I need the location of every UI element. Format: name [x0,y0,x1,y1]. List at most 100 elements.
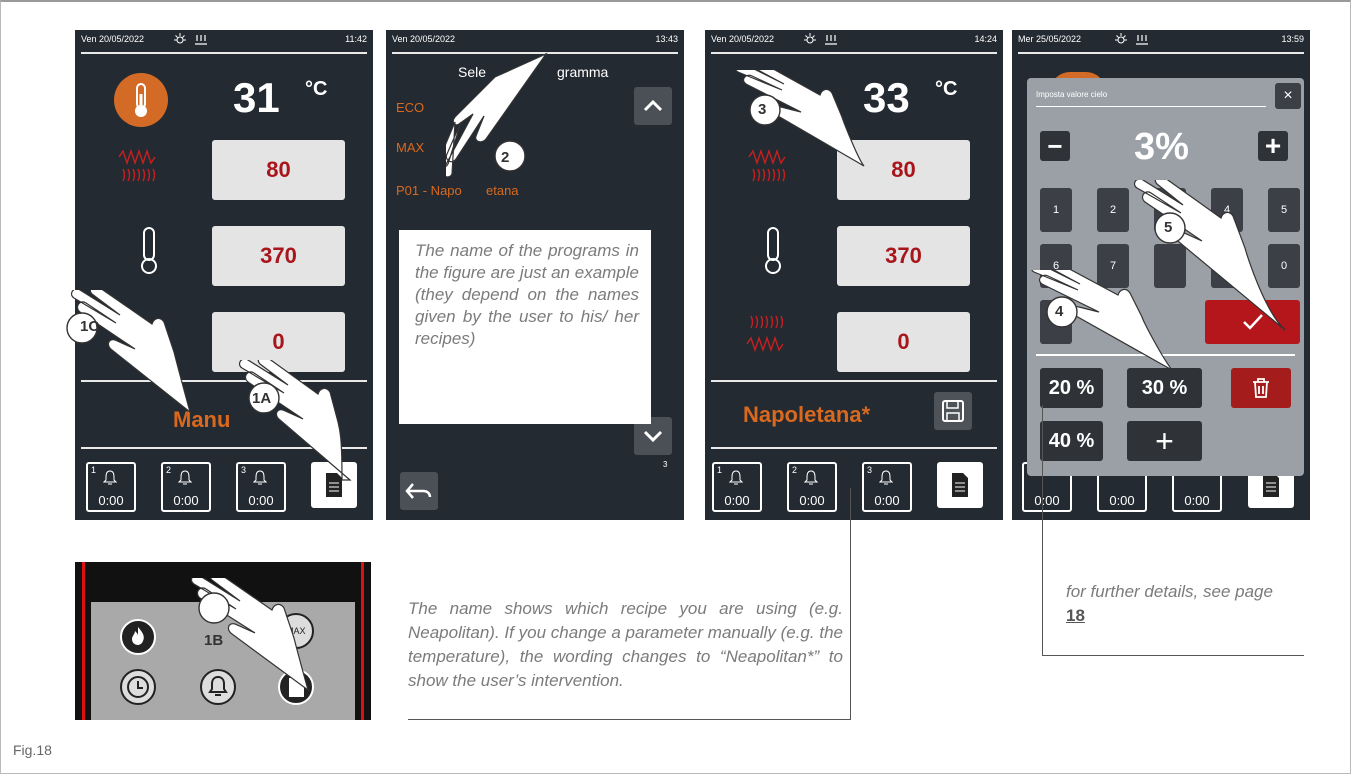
set-temperature-value[interactable]: 370 [837,226,970,286]
close-button[interactable]: × [1275,83,1301,109]
step-label-1b: 1B [204,632,224,649]
set-temperature-value[interactable]: 370 [212,226,345,286]
preset-30-button[interactable]: 30 % [1127,368,1202,408]
timer-3-button[interactable]: 3 0:00 [862,462,912,512]
light-icon [174,33,186,44]
bell-icon [103,470,117,485]
confirm-button[interactable] [1205,300,1300,344]
key-6[interactable]: 6 [1040,244,1072,288]
back-button[interactable] [400,472,438,510]
figure-label: Fig.18 [13,742,52,758]
step-label-2: 2 [501,149,510,166]
status-date: Mer 25/05/2022 [1018,34,1082,44]
recipe-name[interactable]: Napoletana* [743,402,870,428]
timer-number: 2 [792,465,798,475]
timer-time: 0:00 [799,493,825,508]
current-temperature: 31 [233,74,280,121]
steam-icon [195,35,207,45]
divider [392,52,678,54]
timer-time: 0:00 [248,493,274,508]
title-left-part: Sele [458,64,487,80]
key-0[interactable]: 0 [1268,244,1300,288]
value-dialog: Imposta valore cielo × − 3% + 1 2 4 5 6 … [1027,78,1304,476]
key-8[interactable] [1154,244,1186,288]
key-4[interactable]: 4 [1211,188,1243,232]
delete-preset-button[interactable] [1231,368,1291,408]
timer-2-button[interactable]: 2 0:00 [787,462,837,512]
key-7[interactable]: 7 [1097,244,1129,288]
timer-1-button[interactable]: 1 0:00 [86,462,136,512]
timer-number: 3 [867,465,873,475]
divider [711,447,997,449]
recipe-name-caption: The name shows which recipe you are usin… [408,599,843,690]
step-label-1a: 1A [252,390,272,407]
recipe-book-button[interactable] [311,462,357,508]
recipe-book-button[interactable] [937,462,983,508]
key-9[interactable] [1211,244,1243,288]
timer-number: 1 [91,465,97,475]
heater-top-value[interactable]: 80 [837,140,970,200]
page-number: 3 [663,460,668,469]
key-1[interactable]: 1 [1040,188,1072,232]
preset-40-button[interactable]: 40 % [1040,421,1103,461]
bell-icon [178,470,192,485]
title-right-part: gramma [557,64,609,80]
heater-top-value[interactable]: 80 [212,140,345,200]
heater-bottom-value[interactable]: 0 [212,312,345,372]
scroll-up-button[interactable] [634,87,672,125]
program-item-p01[interactable]: P01 - Napo [396,183,462,198]
panel-red-edge-right [361,562,364,720]
bell-icon[interactable] [199,668,237,706]
save-button[interactable] [934,392,972,430]
max-icon[interactable]: MAX [277,612,315,650]
heater-wave-icon [746,315,784,353]
divider [81,52,367,54]
timer-1-button[interactable]: 1 0:00 [712,462,762,512]
thermometer-icon[interactable] [113,72,169,128]
dialog-title-underline [1036,106,1266,107]
status-time: 13:43 [655,34,678,44]
add-preset-button[interactable]: + [1127,421,1202,461]
key-2[interactable]: 2 [1097,188,1129,232]
timer-time: 0:00 [1109,493,1135,508]
step-label-5: 5 [1164,219,1173,236]
page-link[interactable]: 18 [1066,606,1085,625]
status-bar: Ven 20/05/2022 11:42 [81,33,367,48]
timer-time: 0:00 [874,493,900,508]
preset-20-button[interactable]: 20 % [1040,368,1103,408]
divider [81,447,367,449]
flame-icon[interactable] [119,618,157,656]
clock-icon[interactable] [119,668,157,706]
status-date: Ven 20/05/2022 [711,34,775,44]
further-details-text: for further details, see page [1066,582,1273,601]
program-item-max[interactable]: MAX [396,140,424,155]
mode-name[interactable]: Manu [173,407,230,433]
further-details-caption: for further details, see page 18 [1066,580,1286,628]
dialog-title: Imposta valore cielo [1036,90,1108,99]
program-item-eco[interactable]: ECO [396,100,424,115]
key-5[interactable]: 5 [1268,188,1300,232]
timer-time: 0:00 [1034,493,1060,508]
divider [711,380,997,382]
thermometer-outline-icon [141,227,157,274]
thermometer-outline-icon [765,227,781,274]
bell-icon [804,470,818,485]
trash-icon [1253,378,1269,398]
step-label-3: 3 [758,101,767,118]
timer-2-button[interactable]: 2 0:00 [161,462,211,512]
decrement-button[interactable]: − [1040,131,1070,161]
timer-3-button[interactable]: 3 0:00 [236,462,286,512]
leader-line [850,488,851,720]
status-bar: Ven 20/05/2022 13:43 [392,34,678,48]
divider [1018,52,1304,54]
document-icon[interactable] [277,668,315,706]
screen-recipe: Ven 20/05/2022 14:24 33 °C 80 370 0 Napo… [705,30,1003,520]
status-bar: Mer 25/05/2022 13:59 [1018,33,1304,48]
light-icon [804,33,816,44]
heater-bottom-value[interactable]: 0 [837,312,970,372]
status-date: Ven 20/05/2022 [81,34,145,44]
screen-manual: Ven 20/05/2022 11:42 31 °C 80 370 0 Manu… [75,30,373,520]
svg-text:MAX: MAX [286,626,306,636]
save-icon [942,400,964,422]
increment-button[interactable]: + [1258,130,1288,161]
